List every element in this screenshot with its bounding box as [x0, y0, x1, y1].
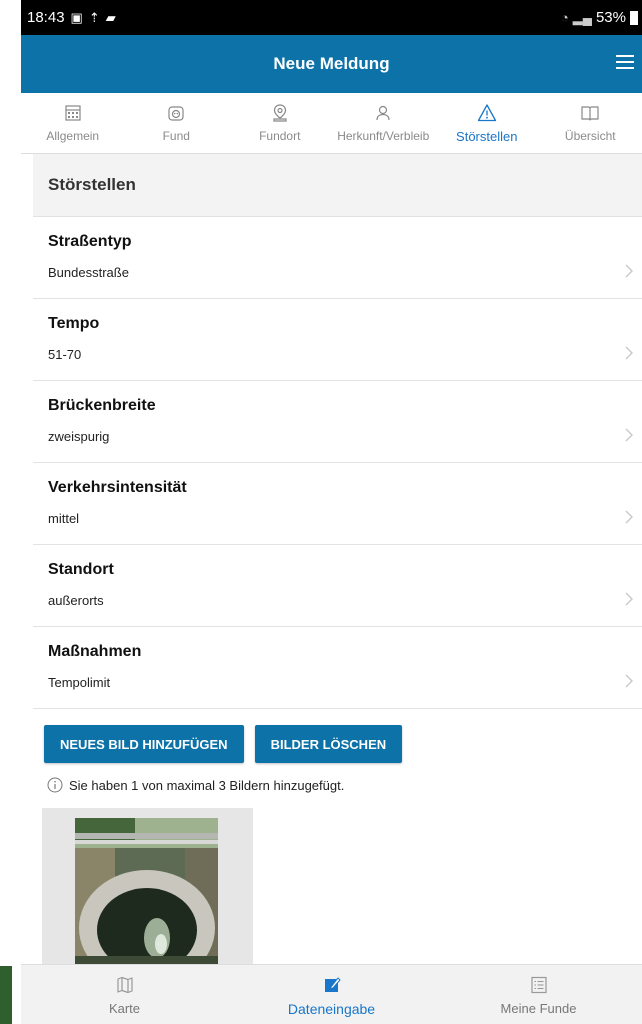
chevron-right-icon	[625, 346, 633, 360]
nav-label: Dateneingabe	[287, 1001, 376, 1017]
chevron-right-icon	[625, 510, 633, 524]
location-pin-icon	[273, 104, 287, 122]
upload-notification-icon: ⇡	[88, 9, 100, 25]
tab-uebersicht[interactable]: Übersicht	[539, 93, 642, 153]
person-icon	[376, 105, 390, 121]
background-strip	[0, 966, 12, 1024]
field-verkehrsintensitaet[interactable]: Verkehrsintensität mittel	[33, 463, 642, 545]
field-strassentyp[interactable]: Straßentyp Bundesstraße	[33, 217, 642, 299]
app-bar: Neue Meldung	[21, 35, 642, 93]
field-tempo[interactable]: Tempo 51-70	[33, 299, 642, 381]
image-thumbnail-container[interactable]	[42, 808, 253, 964]
book-icon	[581, 106, 599, 121]
tab-stoerstellen[interactable]: Störstellen	[435, 93, 539, 153]
chevron-right-icon	[625, 592, 633, 606]
status-bar: 18:43 ▣ ⇡ ▰ ◔ ▂▄ 53%	[21, 0, 642, 35]
chevron-right-icon	[625, 674, 633, 688]
field-label: Straßentyp	[48, 233, 132, 250]
battery-level: 53%	[595, 9, 626, 26]
field-value: Tempolimit	[48, 675, 111, 690]
tab-label: Fund	[162, 129, 190, 143]
field-label: Maßnahmen	[48, 643, 142, 660]
phone-screen: 18:43 ▣ ⇡ ▰ ◔ ▂▄ 53% Neue Meldung Allgem…	[21, 0, 642, 1024]
field-value: 51-70	[48, 347, 82, 362]
info-icon	[47, 777, 63, 793]
nav-label: Meine Funde	[500, 1001, 577, 1016]
main-content: Störstellen Straßentyp Bundesstraße Temp…	[33, 154, 642, 964]
nav-karte[interactable]: Karte	[21, 965, 228, 1024]
wifi-icon: ◔	[560, 10, 569, 25]
field-value: Bundesstraße	[48, 265, 129, 280]
field-label: Tempo	[48, 315, 100, 332]
map-icon	[116, 976, 133, 994]
message-notification-icon: ▰	[105, 9, 116, 25]
field-value: mittel	[48, 511, 80, 526]
tab-herkunft-verbleib[interactable]: Herkunft/Verbleib	[332, 93, 436, 153]
field-label: Standort	[48, 561, 114, 578]
image-count-info: Sie haben 1 von maximal 3 Bildern hinzug…	[47, 777, 344, 793]
image-notification-icon: ▣	[70, 9, 83, 25]
delete-images-button[interactable]: BILDER LÖSCHEN	[254, 725, 403, 763]
tab-label: Störstellen	[456, 129, 518, 144]
warning-icon	[477, 104, 496, 122]
field-standort[interactable]: Standort außerorts	[33, 545, 642, 627]
add-image-button[interactable]: NEUES BILD HINZUFÜGEN	[44, 725, 244, 763]
tab-label: Herkunft/Verbleib	[337, 129, 430, 143]
battery-icon	[630, 10, 638, 25]
tab-label: Allgemein	[46, 129, 100, 143]
section-title: Störstellen	[33, 154, 642, 217]
tab-label: Übersicht	[564, 129, 616, 143]
edit-icon	[324, 977, 341, 992]
nav-meine-funde[interactable]: Meine Funde	[435, 965, 642, 1024]
animal-icon	[168, 106, 184, 121]
field-value: zweispurig	[48, 429, 110, 444]
signal-icon: ▂▄	[572, 9, 592, 25]
chevron-right-icon	[625, 428, 633, 442]
tab-bar: Allgemein Fund Fundort Herkunft/Verbleib…	[21, 93, 642, 154]
tab-label: Fundort	[259, 129, 301, 143]
chevron-right-icon	[625, 264, 633, 278]
field-massnahmen[interactable]: Maßnahmen Tempolimit	[33, 627, 642, 709]
tab-fund[interactable]: Fund	[125, 93, 229, 153]
culvert-photo-thumbnail[interactable]	[75, 818, 218, 964]
status-time: 18:43	[27, 9, 65, 26]
info-text: Sie haben 1 von maximal 3 Bildern hinzug…	[69, 777, 345, 793]
list-icon	[530, 976, 547, 994]
nav-dateneingabe[interactable]: Dateneingabe	[228, 965, 435, 1024]
nav-label: Karte	[108, 1001, 141, 1016]
hamburger-menu-icon[interactable]	[616, 55, 634, 69]
outer-frame	[0, 0, 21, 1024]
field-value: außerorts	[48, 593, 104, 608]
calendar-icon	[65, 105, 81, 121]
bottom-navigation: Karte Dateneingabe Meine Funde	[21, 964, 642, 1024]
image-actions: NEUES BILD HINZUFÜGEN BILDER LÖSCHEN	[44, 725, 403, 763]
field-label: Brückenbreite	[48, 397, 156, 414]
tab-fundort[interactable]: Fundort	[228, 93, 332, 153]
tab-allgemein[interactable]: Allgemein	[21, 93, 125, 153]
field-brueckenbreite[interactable]: Brückenbreite zweispurig	[33, 381, 642, 463]
page-title: Neue Meldung	[273, 54, 390, 73]
field-label: Verkehrsintensität	[48, 479, 187, 496]
